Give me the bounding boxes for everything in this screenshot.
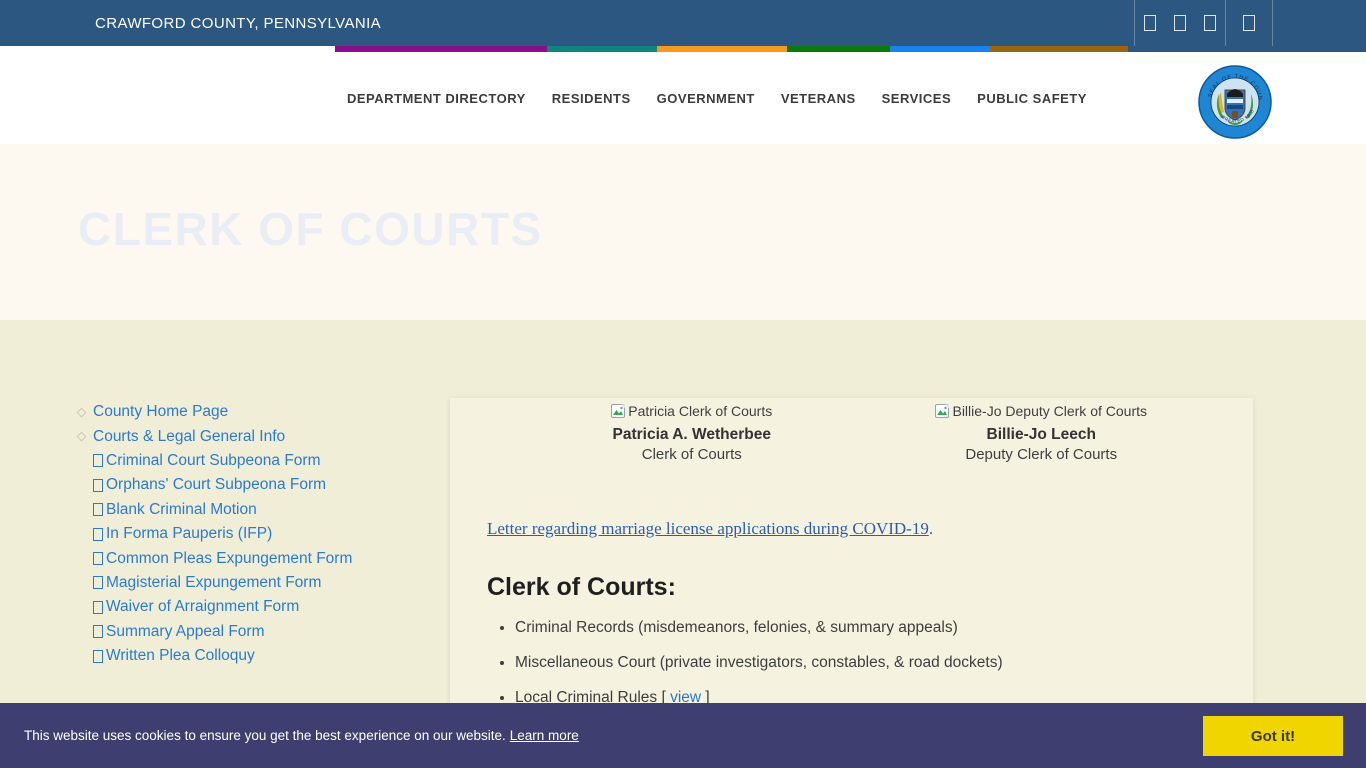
official-clerk: Patricia Clerk of Courts Patricia A. Wet… <box>517 403 867 463</box>
official-deputy-clerk: Billie-Jo Deputy Clerk of Courts Billie-… <box>867 403 1217 463</box>
document-placeholder-icon <box>93 625 103 638</box>
section-heading: Clerk of Courts: <box>487 573 1216 602</box>
document-placeholder-icon <box>93 576 103 589</box>
page-title: CLERK OF COURTS <box>78 202 543 256</box>
broken-image-icon <box>611 403 627 419</box>
site-name: CRAWFORD COUNTY, PENNSYLVANIA <box>95 15 381 32</box>
sidebar-item-in-forma-pauperis[interactable]: In Forma Pauperis (IFP) <box>93 522 428 546</box>
main-navigation: DEPARTMENT DIRECTORY RESIDENTS GOVERNMEN… <box>0 52 1366 144</box>
nav-item-department-directory[interactable]: DEPARTMENT DIRECTORY <box>347 91 526 106</box>
sidebar-item-criminal-court-subpeona-form[interactable]: Criminal Court Subpeona Form <box>93 449 428 473</box>
sidebar-item-common-pleas-expungement-form[interactable]: Common Pleas Expungement Form <box>93 546 428 570</box>
sidebar-item-magisterial-expungement-form[interactable]: Magisterial Expungement Form <box>93 571 428 595</box>
document-placeholder-icon <box>93 528 103 541</box>
list-item: Criminal Records (misdemeanors, felonies… <box>515 618 1216 638</box>
nav-item-services[interactable]: SERVICES <box>882 91 952 106</box>
covid-letter-paragraph: Letter regarding marriage license applic… <box>487 519 1216 539</box>
divider <box>1134 0 1135 46</box>
social-icons-group <box>1134 0 1366 46</box>
cookie-message: This website uses cookies to ensure you … <box>24 728 579 743</box>
list-item: Miscellaneous Court (private investigato… <box>515 653 1216 673</box>
nav-item-veterans[interactable]: VETERANS <box>781 91 856 106</box>
page-banner: CLERK OF COURTS <box>0 144 1366 320</box>
cookie-consent-bar: This website uses cookies to ensure you … <box>0 703 1366 768</box>
top-bar: CRAWFORD COUNTY, PENNSYLVANIA <box>0 0 1366 46</box>
document-placeholder-icon <box>93 454 103 467</box>
document-placeholder-icon <box>93 479 103 492</box>
county-seal-logo[interactable]: SEAL OF THE COUNTY OF CRAWFORD CREATED 1… <box>1197 64 1273 140</box>
official-title: Deputy Clerk of Courts <box>867 446 1217 463</box>
sidebar-item-summary-appeal-form[interactable]: Summary Appeal Form <box>93 620 428 644</box>
official-name: Billie-Jo Leech <box>867 426 1217 444</box>
social-icon-1[interactable] <box>1144 15 1156 31</box>
broken-image-alt-line: Billie-Jo Deputy Clerk of Courts <box>935 403 1147 419</box>
sidebar-item-waiver-of-arraignment-form[interactable]: Waiver of Arraignment Form <box>93 595 428 619</box>
diamond-bullet-icon <box>77 407 87 417</box>
official-name: Patricia A. Wetherbee <box>517 426 867 444</box>
nav-item-residents[interactable]: RESIDENTS <box>552 91 631 106</box>
sidebar-item-written-plea-colloquy[interactable]: Written Plea Colloquy <box>93 644 428 668</box>
county-seal-icon: SEAL OF THE COUNTY OF CRAWFORD CREATED 1… <box>1197 64 1273 140</box>
official-title: Clerk of Courts <box>517 446 867 463</box>
nav-item-government[interactable]: GOVERNMENT <box>657 91 755 106</box>
got-it-button[interactable]: Got it! <box>1203 716 1343 756</box>
social-icon-4[interactable] <box>1243 15 1255 31</box>
document-placeholder-icon <box>93 503 103 516</box>
nav-item-public-safety[interactable]: PUBLIC SAFETY <box>977 91 1087 106</box>
duties-list: Criminal Records (misdemeanors, felonies… <box>487 618 1216 708</box>
social-icon-3[interactable] <box>1204 15 1216 31</box>
topbar-spacer <box>1273 0 1366 46</box>
document-placeholder-icon <box>93 552 103 565</box>
broken-image-icon <box>935 403 951 419</box>
sidebar-item-courts-legal-general-info[interactable]: Courts & Legal General Info <box>78 424 428 448</box>
document-placeholder-icon <box>93 650 103 663</box>
nav-menu: DEPARTMENT DIRECTORY RESIDENTS GOVERNMEN… <box>347 91 1087 106</box>
sidebar-navigation: County Home Page Courts & Legal General … <box>78 400 428 668</box>
sidebar-item-county-home-page[interactable]: County Home Page <box>78 400 428 424</box>
social-icon-2[interactable] <box>1174 15 1186 31</box>
covid-letter-link[interactable]: Letter regarding marriage license applic… <box>487 519 929 538</box>
sidebar-item-blank-criminal-motion[interactable]: Blank Criminal Motion <box>93 498 428 522</box>
broken-image-alt-line: Patricia Clerk of Courts <box>611 403 772 419</box>
main-content-area: County Home Page Courts & Legal General … <box>0 320 1366 768</box>
officials-row: Patricia Clerk of Courts Patricia A. Wet… <box>487 403 1216 463</box>
document-placeholder-icon <box>93 601 103 614</box>
diamond-bullet-icon <box>77 432 87 442</box>
sidebar-item-orphans-court-subpeona-form[interactable]: Orphans' Court Subpeona Form <box>93 473 428 497</box>
divider <box>1225 0 1226 46</box>
learn-more-link[interactable]: Learn more <box>510 728 579 743</box>
